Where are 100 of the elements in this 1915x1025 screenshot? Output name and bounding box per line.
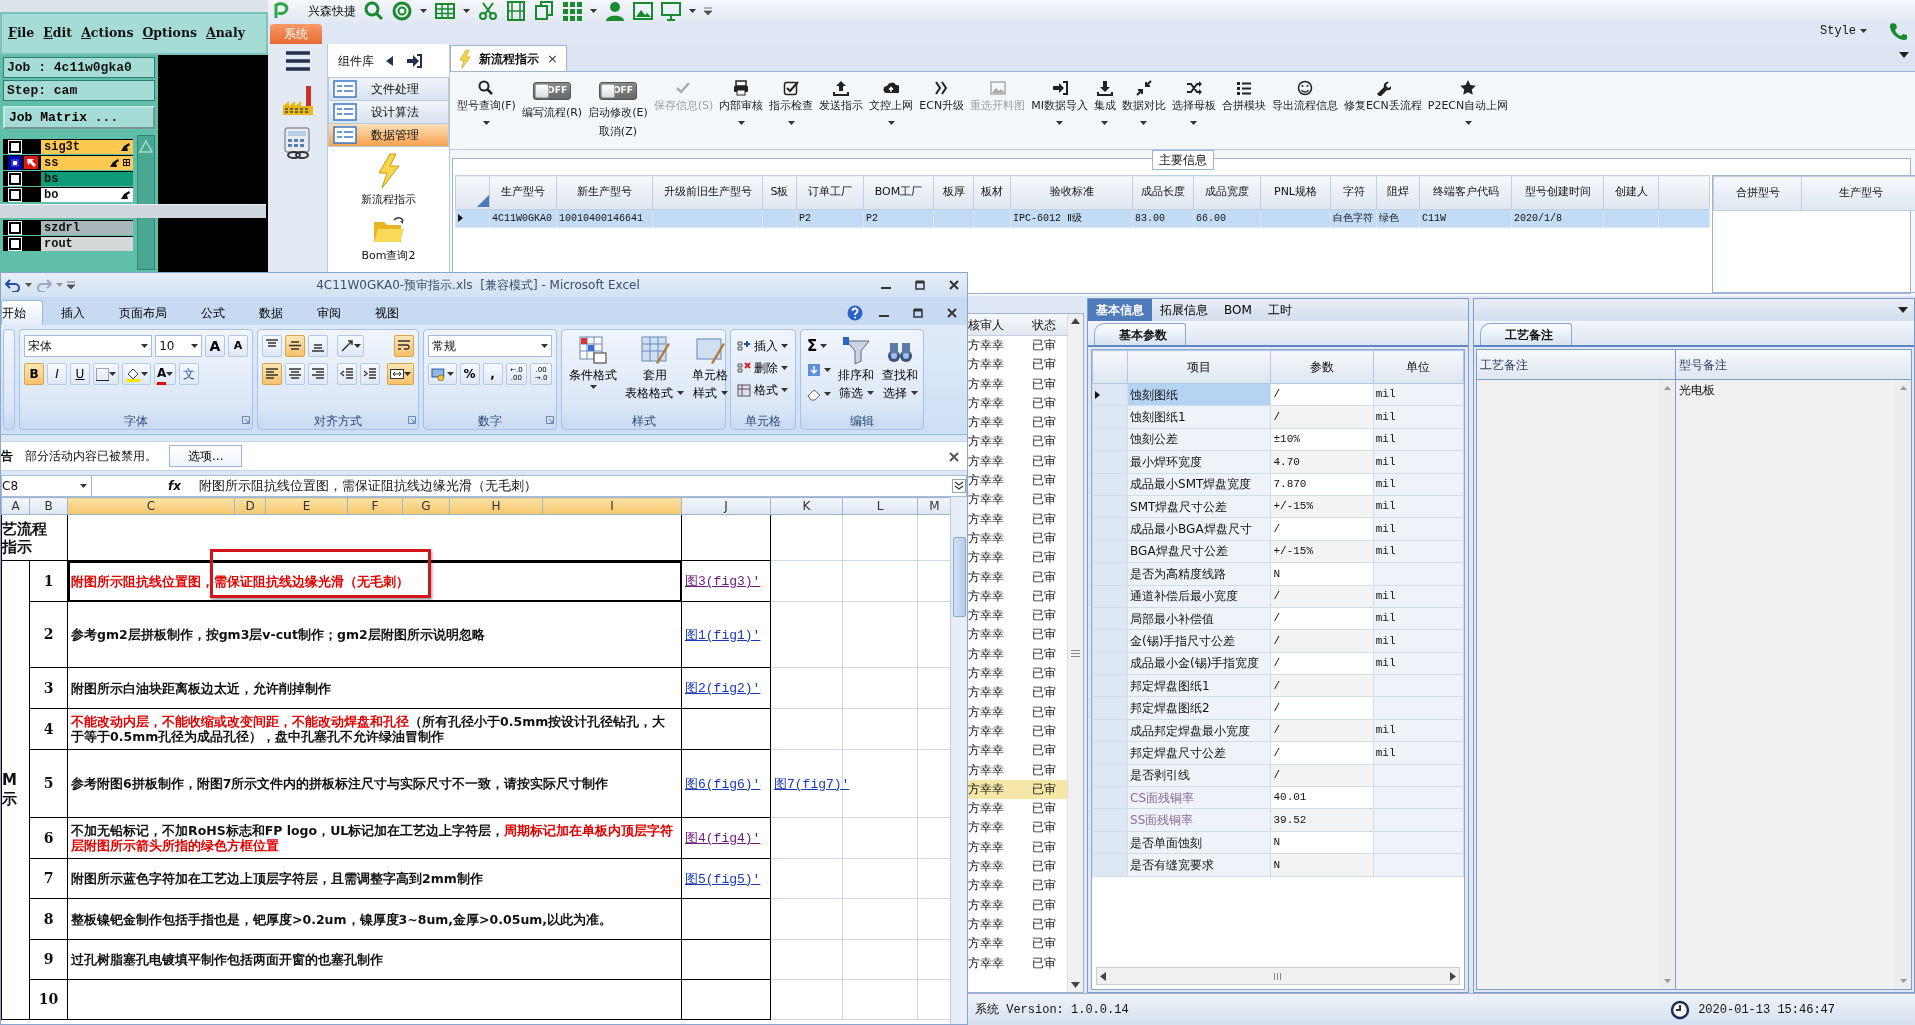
column-header[interactable]: F [347, 497, 403, 515]
tab[interactable]: 审阅 [301, 301, 357, 325]
column-header[interactable]: M [917, 497, 950, 515]
table-cell[interactable]: 最小焊环宽度 [1127, 450, 1271, 474]
caret-icon[interactable] [866, 391, 874, 395]
user-icon[interactable] [605, 1, 625, 21]
table-cell[interactable]: 已审 [1029, 934, 1067, 954]
menu-icon[interactable] [283, 50, 312, 72]
table-cell[interactable]: 方幸幸 [965, 567, 1029, 587]
dropdown-icon[interactable] [1898, 307, 1908, 313]
column-header[interactable]: 阻焊 [1376, 175, 1420, 210]
column-header[interactable]: 状态 [1029, 314, 1067, 336]
caret-icon[interactable] [689, 9, 696, 13]
table-cell[interactable]: BGA焊盘尺寸公差 [1127, 540, 1271, 563]
table-cell[interactable]: 方幸幸 [965, 721, 1029, 742]
layer-name[interactable]: ss [44, 155, 59, 170]
style-menu[interactable]: Style [1820, 22, 1856, 40]
toolbar-button[interactable]: 型号查询(F) [454, 72, 519, 149]
table-cell[interactable]: 已审 [1029, 664, 1067, 684]
table-cell[interactable]: 方幸幸 [965, 818, 1029, 838]
table-cell[interactable]: 方幸幸 [965, 606, 1029, 626]
toolbar-button[interactable]: 导出流程信息 [1268, 72, 1341, 149]
toolbar-button[interactable]: 数据对比 [1118, 72, 1169, 149]
subtab[interactable]: 工艺备注 [1480, 323, 1572, 345]
customize-icon[interactable] [704, 7, 712, 15]
table-cell[interactable]: 已审 [1029, 953, 1067, 973]
subtab[interactable]: 基本参数 [1094, 323, 1186, 345]
table-cell[interactable]: 已审 [1029, 683, 1067, 703]
caret-icon[interactable] [781, 366, 788, 370]
table-cell[interactable]: 方幸幸 [965, 799, 1029, 819]
caret-icon[interactable] [820, 344, 828, 348]
caret-icon[interactable] [141, 372, 148, 376]
column-header[interactable]: 参数 [1270, 350, 1374, 384]
table-cell[interactable]: 已审 [1029, 818, 1067, 838]
column-header[interactable]: K [770, 497, 843, 515]
cells-menu-button[interactable]: 插入 [735, 335, 791, 357]
maximize-icon[interactable] [915, 280, 925, 290]
table-cell[interactable]: 方幸幸 [965, 509, 1029, 529]
caret-icon[interactable] [590, 9, 597, 13]
grid-icon[interactable] [562, 1, 582, 21]
close-icon[interactable] [947, 308, 957, 318]
fill-color-button[interactable] [122, 363, 151, 385]
checkbox[interactable] [9, 156, 21, 169]
table-cell[interactable]: 方幸幸 [965, 876, 1029, 896]
checkbox[interactable] [9, 140, 21, 153]
column-header[interactable]: J [681, 497, 771, 515]
toolbar-button[interactable]: 发送指示 [816, 72, 867, 149]
close-button[interactable]: × [547, 48, 558, 69]
table-cell[interactable]: 已审 [1029, 586, 1067, 607]
monitor-icon[interactable] [661, 1, 681, 21]
table-cell[interactable]: 已审 [1029, 451, 1067, 472]
table-cell[interactable]: 方幸幸 [965, 837, 1029, 857]
table-cell[interactable]: 邦定焊盘图纸2 [1127, 696, 1271, 720]
table-cell[interactable]: 方幸幸 [965, 895, 1029, 915]
toolbar-button[interactable]: 合拼模块 [1218, 72, 1269, 149]
table-cell[interactable]: 已审 [1029, 336, 1067, 356]
caret-icon[interactable] [166, 372, 174, 376]
close-icon[interactable] [949, 451, 959, 462]
table-cell[interactable]: 已审 [1029, 490, 1067, 510]
table-icon[interactable] [435, 1, 455, 21]
conditional-format-button[interactable]: 条件格式 [566, 335, 620, 412]
help-icon[interactable] [847, 305, 863, 321]
column-header[interactable]: C [67, 497, 235, 515]
table-cell[interactable]: 邦定焊盘图纸1 [1127, 674, 1271, 697]
maximize-icon[interactable] [913, 308, 923, 318]
tab[interactable]: 拓展信息 [1152, 299, 1216, 321]
dialog-launcher-icon[interactable] [242, 416, 250, 424]
document-tab[interactable]: 新流程指示 × [450, 45, 567, 71]
job-matrix-button[interactable]: Job Matrix ... [3, 106, 155, 129]
table-cell[interactable]: 是否剥引线 [1127, 764, 1271, 787]
table-cell[interactable]: 已审 [1029, 432, 1067, 452]
outdent-button[interactable] [337, 363, 357, 385]
column-header[interactable]: 生产型号 [489, 175, 557, 210]
table-cell[interactable]: 是否单面蚀刻 [1127, 831, 1271, 854]
column-header[interactable]: B [29, 497, 68, 515]
table-cell[interactable]: 已审 [1029, 876, 1067, 896]
column-header[interactable]: 新生产型号 [556, 175, 653, 210]
close-icon[interactable] [949, 280, 959, 290]
align-bottom-button[interactable] [308, 335, 328, 357]
wrap-text-button[interactable] [394, 335, 414, 357]
dialog-launcher-icon[interactable] [546, 416, 554, 424]
column-header[interactable]: 创建人 [1603, 175, 1659, 210]
table-cell[interactable]: 已审 [1029, 837, 1067, 857]
table-cell[interactable]: 通道补偿后最小宽度 [1127, 585, 1271, 608]
table-cell[interactable]: 已审 [1029, 413, 1067, 433]
checkbox[interactable] [9, 237, 21, 250]
caret-icon[interactable] [824, 368, 831, 372]
column-header[interactable]: 成品长度 [1132, 175, 1194, 210]
table-cell[interactable]: 已审 [1029, 799, 1067, 819]
table-cell[interactable]: 已审 [1029, 895, 1067, 915]
column-header[interactable]: 升级前旧生产型号 [652, 175, 763, 210]
table-cell[interactable]: 已审 [1029, 548, 1067, 568]
table-cell[interactable]: 方幸幸 [965, 336, 1029, 356]
column-header[interactable]: 板厚 [933, 175, 974, 210]
table-cell[interactable]: 方幸幸 [965, 355, 1029, 375]
table-cell[interactable]: 已审 [1029, 606, 1067, 626]
table-cell[interactable]: 蚀刻图纸 [1127, 383, 1271, 406]
phonetic-button[interactable]: 文 [179, 363, 200, 385]
phone-icon[interactable] [1889, 22, 1907, 40]
dropdown-icon[interactable] [1899, 51, 1909, 58]
